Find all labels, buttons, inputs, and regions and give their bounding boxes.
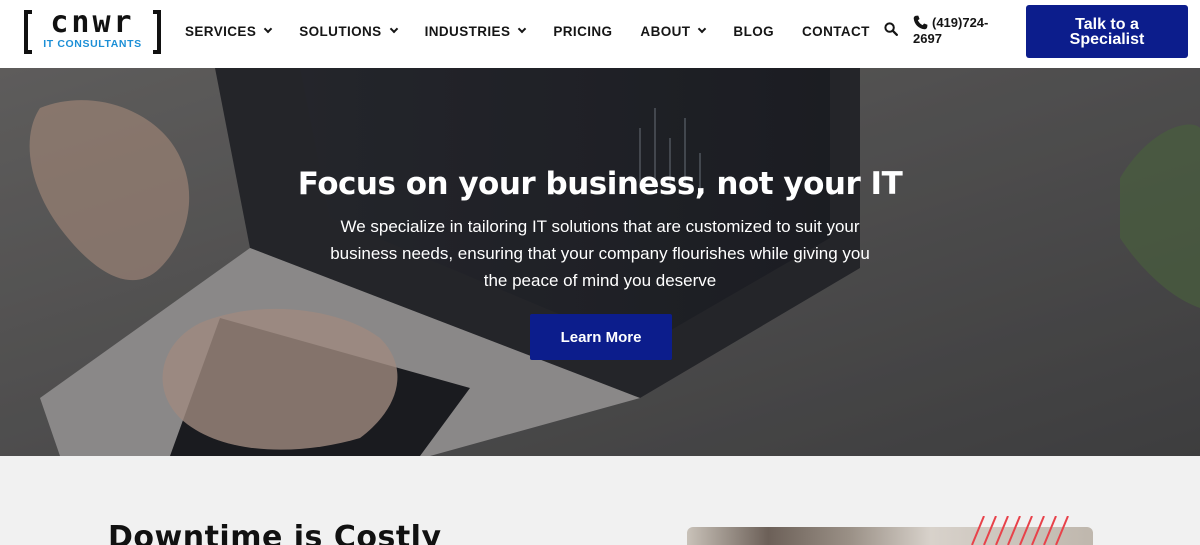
main-nav: SERVICES SOLUTIONS INDUSTRIES PRICING AB… [185, 22, 898, 40]
hero-title: Focus on your business, not your IT [297, 166, 903, 202]
learn-more-button[interactable]: Learn More [530, 314, 672, 360]
search-icon[interactable] [884, 22, 898, 36]
decorative-stripes [971, 516, 1069, 545]
nav-contact[interactable]: CONTACT [802, 22, 870, 40]
chevron-down-icon [698, 24, 707, 34]
nav-services[interactable]: SERVICES [185, 22, 273, 40]
section-title: Downtime is Costly [108, 520, 442, 545]
logo[interactable]: cnwr IT CONSULTANTS [24, 5, 161, 54]
chevron-down-icon [389, 24, 398, 34]
logo-bracket-left [24, 10, 32, 54]
downtime-section: Downtime is Costly [0, 456, 1200, 545]
nav-label: INDUSTRIES [424, 23, 511, 39]
phone-number: (419)724-2697 [913, 15, 989, 46]
nav-solutions[interactable]: SOLUTIONS [299, 22, 398, 40]
logo-wordmark: cnwr [50, 5, 135, 40]
nav-about[interactable]: ABOUT [640, 22, 707, 40]
chevron-down-icon [518, 24, 527, 34]
talk-to-specialist-button[interactable]: Talk to a Specialist [1026, 5, 1188, 58]
nav-label: SOLUTIONS [299, 23, 382, 39]
hero: Focus on your business, not your IT We s… [0, 68, 1200, 456]
hero-description: We specialize in tailoring IT solutions … [330, 217, 870, 290]
nav-label: PRICING [553, 23, 613, 39]
site-header: cnwr IT CONSULTANTS SERVICES SOLUTIONS I… [0, 0, 1200, 68]
nav-pricing[interactable]: PRICING [553, 22, 612, 40]
nav-label: SERVICES [185, 23, 257, 39]
nav-label: BLOG [733, 23, 775, 39]
nav-industries[interactable]: INDUSTRIES [424, 22, 527, 40]
logo-subtitle: IT CONSULTANTS [43, 38, 142, 50]
nav-blog[interactable]: BLOG [733, 22, 774, 40]
chevron-down-icon [263, 24, 273, 34]
logo-bracket-right [153, 10, 161, 54]
nav-label: CONTACT [802, 23, 870, 39]
nav-label: ABOUT [640, 23, 691, 39]
